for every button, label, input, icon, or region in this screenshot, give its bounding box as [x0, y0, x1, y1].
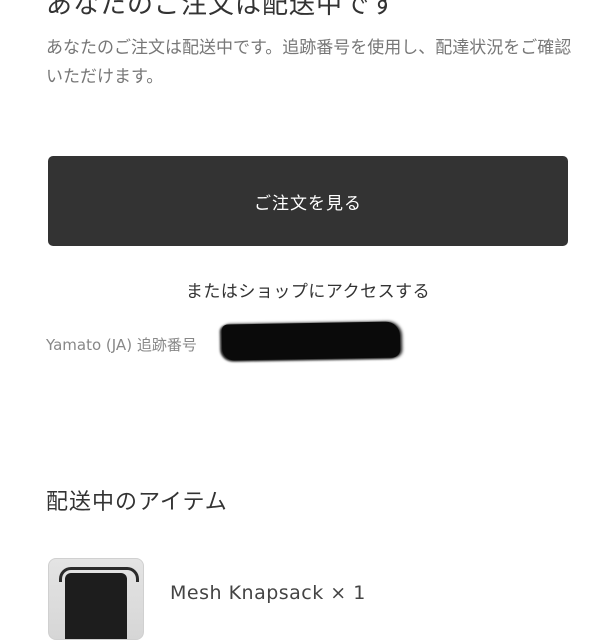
intro-text: あなたのご注文は配送中です。追跡番号を使用し、配達状況をご確認いただけます。: [46, 38, 572, 87]
visit-shop-link[interactable]: またはショップにアクセスする: [0, 277, 616, 302]
items-section-title: 配送中のアイテム: [46, 490, 228, 515]
view-order-button[interactable]: ご注文を見る: [48, 156, 568, 246]
product-thumbnail: [48, 558, 144, 640]
product-name: Mesh Knapsack × 1: [170, 582, 366, 604]
view-order-button-label: ご注文を見る: [254, 193, 362, 214]
page-title: あなたのご注文は配送中です: [46, 0, 398, 20]
redacted-tracking-number: [221, 321, 401, 361]
tracking-label: Yamato (JA) 追跡番号: [46, 336, 197, 354]
bag-image: [65, 573, 127, 639]
